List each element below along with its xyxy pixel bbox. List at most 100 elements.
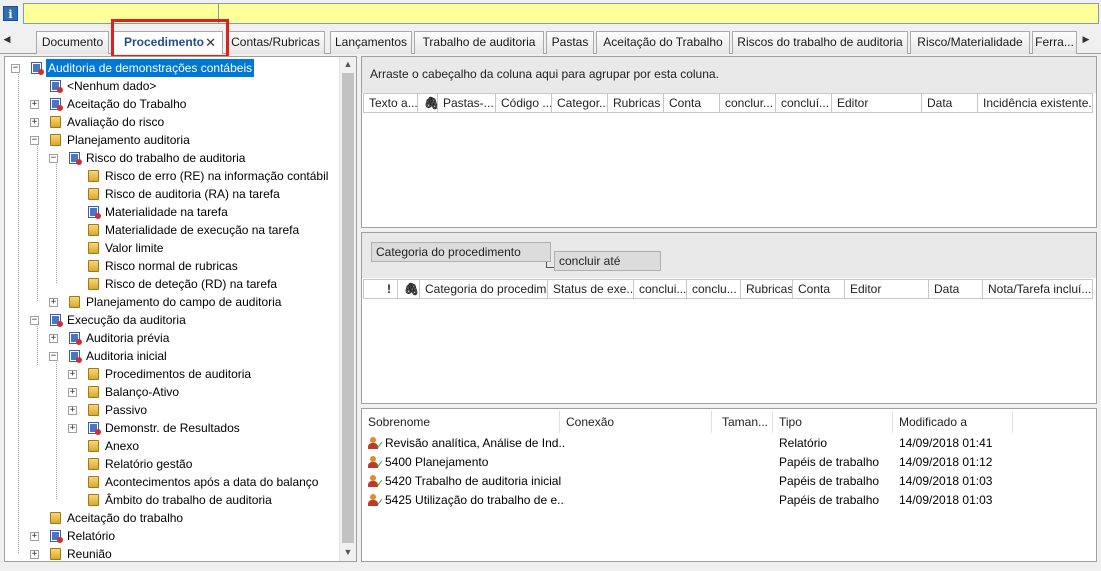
tab-label: Aceitação do Trabalho [603,35,723,49]
column-label: ! [387,282,391,296]
collapse-icon[interactable]: − [49,352,58,361]
file-type: Papéis de trabalho [779,455,880,469]
column-header[interactable]: Editor [832,93,922,113]
file-row[interactable]: ✓ 5420 Trabalho de auditoria inicial Pap… [362,472,1096,491]
column-header[interactable]: concluí... [776,93,832,113]
group-chip-label: Categoria do procedimento [376,245,521,259]
info-icon[interactable]: i [3,6,18,21]
column-header[interactable]: Conta [793,279,845,299]
file-row[interactable]: ✓ 5425 Utilização do trabalho de e... Pa… [362,491,1096,510]
expand-icon[interactable]: + [49,334,58,343]
expand-icon[interactable]: + [30,118,39,127]
paperclip-icon[interactable]: 🖇 [398,279,420,299]
expand-icon[interactable]: + [68,424,77,433]
document-icon [31,62,44,75]
collapse-icon[interactable]: − [30,136,39,145]
tree-label: Acontecimentos após a data do balanço [105,475,319,489]
column-header[interactable]: Incidência existente... [978,93,1093,113]
tree-label: Relatório gestão [105,457,193,471]
expand-icon[interactable]: + [30,550,39,559]
column-header[interactable]: ! [363,279,398,299]
file-type: Relatório [779,436,828,450]
column-header[interactable]: Rubricas [608,93,664,113]
tree-scrollbar[interactable]: ▲ ▼ [339,57,356,561]
column-header[interactable]: Pastas-... [438,93,496,113]
tree-label: Reunião [67,547,112,561]
tree-label: Risco de erro (RE) na informação contábi… [105,169,329,183]
folder-icon [88,278,99,290]
tab-ferramentas[interactable]: Ferra... [1032,31,1077,54]
column-header[interactable]: Rubricas [741,279,793,299]
tab-lancamentos[interactable]: Lançamentos [330,31,412,54]
tab-documento[interactable]: Documento [36,31,109,54]
tree-guide-line [18,71,19,553]
column-header[interactable]: Conta [664,93,720,113]
column-header-tipo[interactable]: Tipo [773,411,893,433]
tab-risco-materialidade[interactable]: Risco/Materialidade [910,31,1030,54]
collapse-icon[interactable]: − [30,316,39,325]
user-check-icon: ✓ [367,437,384,452]
column-header-conexao[interactable]: Conexão [560,411,712,433]
expand-icon[interactable]: + [30,532,39,541]
tree-label: Materialidade na tarefa [105,205,228,219]
tab-scroll-left-icon[interactable]: ◀ [2,34,12,45]
folder-icon [88,224,99,236]
column-header-modificado[interactable]: Modificado a [893,411,1013,433]
tab-pastas[interactable]: Pastas [546,31,594,54]
group-connector [546,262,554,268]
column-label: Rubricas [613,96,661,110]
expand-icon[interactable]: + [68,406,77,415]
column-label: Conexão [566,415,615,429]
tab-riscos-trabalho[interactable]: Riscos do trabalho de auditoria [732,31,908,54]
column-label: Editor [850,282,882,296]
tab-contas-rubricas[interactable]: Contas/Rubricas [226,31,325,54]
scroll-down-icon[interactable]: ▼ [340,547,356,557]
column-header[interactable]: Status de exe... [548,279,634,299]
column-header[interactable]: Data [929,279,983,299]
group-chip-concluir[interactable]: concluir até [554,251,661,271]
tree-panel: − Auditoria de demonstrações contábeis <… [4,56,357,562]
paperclip-icon[interactable]: 🖇 [418,93,438,113]
column-header[interactable]: conclu... [687,279,741,299]
column-header[interactable]: Editor [845,279,929,299]
check-mark: ✓ [375,478,385,490]
file-row[interactable]: ✓ Revisão analítica, Análise de Ind... R… [362,434,1096,453]
tab-label: Documento [41,35,104,49]
expand-icon[interactable]: + [68,370,77,379]
column-label: Categoria do procedim... [425,282,548,296]
column-header[interactable]: Data [922,93,978,113]
folder-icon [50,548,61,560]
tree-label: Aceitação do Trabalho [67,97,187,111]
collapse-icon[interactable]: − [49,154,58,163]
group-chip-categoria[interactable]: Categoria do procedimento [371,242,551,262]
tab-trabalho-auditoria[interactable]: Trabalho de auditoria [414,31,544,54]
document-icon [69,152,82,165]
column-header[interactable]: conclur... [720,93,776,113]
column-header[interactable]: Texto a... [363,93,418,113]
column-label: Modificado a [899,415,968,429]
tree-label: Passivo [105,403,148,417]
tab-aceitacao-trabalho[interactable]: Aceitação do Trabalho [596,31,730,54]
column-header[interactable]: Categor... [552,93,608,113]
column-label: Texto a... [369,96,418,110]
tab-scroll-right-icon[interactable]: ▶ [1081,34,1091,45]
column-header[interactable]: Nota/Tarefa incluí... [983,279,1093,299]
expand-icon[interactable]: + [68,388,77,397]
file-name: 5400 Planejamento [385,455,489,469]
collapse-icon[interactable]: − [11,64,20,73]
column-header-tamanho[interactable]: Taman... [712,411,773,433]
expand-icon[interactable]: + [30,100,39,109]
check-mark: ✓ [375,497,385,509]
file-row[interactable]: ✓ 5400 Planejamento Papéis de trabalho 1… [362,453,1096,472]
scroll-up-icon[interactable]: ▲ [340,59,356,69]
column-header[interactable]: Código ... [496,93,552,113]
column-header[interactable]: conclui... [634,279,687,299]
tree-guide-line [56,161,57,283]
folder-icon [88,170,99,182]
group-by-area[interactable]: Arraste o cabeçalho da coluna aqui para … [362,57,1096,93]
column-header[interactable]: Categoria do procedim... [420,279,548,299]
scroll-thumb[interactable] [342,73,354,543]
column-label: Conta [798,282,831,296]
expand-icon[interactable]: + [49,298,58,307]
column-header-sobrenome[interactable]: Sobrenome [362,411,560,433]
